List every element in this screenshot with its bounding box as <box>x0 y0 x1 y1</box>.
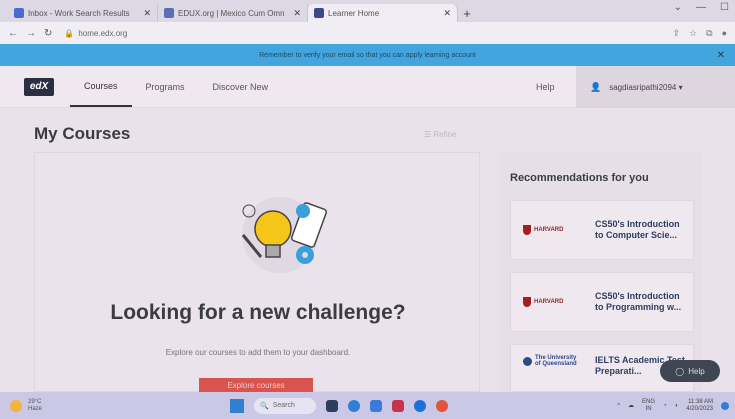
file-explorer-icon[interactable] <box>370 399 382 412</box>
org-name: The University of Queensland <box>535 355 577 367</box>
address-bar: ← → ↻ 🔒 home.edx.org ⇪ ☆ ⧉ ● <box>0 22 735 44</box>
site-icon <box>164 8 174 18</box>
recommendation-card[interactable]: HARVARD CS50's Introduction to Programmi… <box>510 272 694 332</box>
wifi-icon[interactable]: ◔ <box>663 403 667 409</box>
page-title: My Courses <box>34 124 131 143</box>
tab-label: Learner Home <box>328 8 380 18</box>
edx-icon <box>314 8 324 18</box>
help-chat-button[interactable]: ◯ Help <box>660 360 720 382</box>
taskbar-search[interactable]: 🔍 Search <box>254 397 316 414</box>
os-taskbar: 29°C Haze 🔍 Search ^ ☁ ENG IN ◔ ◗ 11:38 … <box>0 392 735 419</box>
user-icon: 👤 <box>590 81 602 92</box>
lang-code: ENG <box>642 398 656 405</box>
chevron-down-icon: ▾ <box>676 82 683 92</box>
recommendation-card[interactable]: HARVARD CS50's Introduction to Computer … <box>510 200 694 260</box>
date-text: 4/20/2023 <box>686 405 713 412</box>
back-icon[interactable]: ← <box>8 28 18 39</box>
close-icon[interactable]: ✕ <box>293 8 301 19</box>
help-link[interactable]: Help <box>536 82 555 92</box>
browser-tab-strip: Inbox - Work Search Results ✕ EDUX.org |… <box>0 0 735 22</box>
store-icon[interactable] <box>392 399 404 412</box>
banner-text: Remember to verify your email so that yo… <box>259 51 476 59</box>
nav-courses[interactable]: Courses <box>70 66 132 107</box>
refine-button[interactable]: ☰ Refine <box>424 130 457 139</box>
site-header: edX Courses Programs Discover New Help 👤… <box>0 66 735 108</box>
help-chat-label: Help <box>688 366 705 376</box>
clock[interactable]: 11:38 AM 4/20/2023 <box>686 399 713 413</box>
windows-start-icon[interactable] <box>230 398 244 413</box>
crest-icon <box>523 356 532 366</box>
notice-banner: Remember to verify your email so that yo… <box>0 44 735 66</box>
main-nav: Courses Programs Discover New <box>70 66 282 107</box>
url-field[interactable]: 🔒 home.edx.org <box>60 25 664 41</box>
taskbar-search-label: Search <box>272 402 295 409</box>
org-name: HARVARD <box>534 299 564 305</box>
empty-courses-card: Looking for a new challenge? Explore our… <box>34 152 480 393</box>
bookmark-icon[interactable]: ☆ <box>689 28 697 39</box>
extensions-icon[interactable]: ⧉ <box>706 28 712 39</box>
taskbar-apps: 🔍 Search <box>230 397 448 414</box>
harvard-logo: HARVARD <box>523 225 581 235</box>
app-icon[interactable] <box>414 399 426 412</box>
harvard-logo: HARVARD <box>523 297 581 307</box>
lightbulb-illustration <box>241 197 328 273</box>
task-view-icon[interactable] <box>326 399 338 412</box>
recommendations-title: Recommendations for you <box>510 172 649 184</box>
chevron-up-icon[interactable]: ^ <box>617 403 620 409</box>
window-controls: ⌄ — ☐ <box>674 2 729 13</box>
weather-temp: 29°C <box>28 398 42 405</box>
refine-label: Refine <box>433 130 457 139</box>
uq-logo: The University of Queensland <box>523 355 581 367</box>
explore-courses-button[interactable]: Explore courses <box>199 378 313 393</box>
share-icon[interactable]: ⇪ <box>673 28 681 39</box>
close-icon[interactable]: ✕ <box>443 8 451 19</box>
dropdown-icon[interactable]: ⌄ <box>674 2 682 13</box>
tab-label: EDUX.org | Mexico Cum Omn <box>178 8 285 18</box>
user-menu[interactable]: 👤 sagdiasripathi2094 ▾ <box>576 66 735 108</box>
recommendations-panel: Recommendations for you HARVARD CS50's I… <box>500 152 703 392</box>
browser-toolbar-icons: ⇪ ☆ ⧉ ● <box>673 28 728 39</box>
edx-logo[interactable]: edX <box>24 77 54 96</box>
browser-tab-active[interactable]: Learner Home ✕ <box>308 4 458 22</box>
empty-state-heading: Looking for a new challenge? <box>110 301 406 324</box>
language-indicator[interactable]: ENG IN <box>642 399 655 413</box>
weather-desc: Haze <box>28 405 43 412</box>
course-title: CS50's Introduction to Computer Scie... <box>595 219 680 240</box>
reload-icon[interactable]: ↻ <box>44 28 52 39</box>
browser-tab[interactable]: Inbox - Work Search Results ✕ <box>8 4 158 22</box>
minimize-icon[interactable]: — <box>696 2 706 13</box>
maximize-icon[interactable]: ☐ <box>720 2 729 13</box>
shield-icon <box>523 225 531 235</box>
region-code: IN <box>645 405 652 412</box>
edge-icon[interactable] <box>348 399 360 412</box>
system-tray: ^ ☁ ENG IN ◔ ◗ 11:38 AM 4/20/2023 <box>617 399 729 413</box>
cloud-icon[interactable]: ☁ <box>628 402 634 409</box>
username: sagdiasripathi2094 <box>609 82 677 92</box>
forward-icon[interactable]: → <box>26 28 36 39</box>
volume-icon[interactable]: ◗ <box>675 403 679 409</box>
url-text: home.edx.org <box>78 28 128 38</box>
search-icon: 🔍 <box>260 402 269 410</box>
close-icon[interactable]: ✕ <box>143 8 151 19</box>
nav-discover-new[interactable]: Discover New <box>199 66 283 107</box>
chrome-icon[interactable] <box>436 399 448 412</box>
course-title: CS50's Introduction to Programming w... <box>595 291 682 312</box>
time-text: 11:38 AM <box>688 398 713 405</box>
browser-tab[interactable]: EDUX.org | Mexico Cum Omn ✕ <box>158 4 308 22</box>
org-name: HARVARD <box>534 227 564 233</box>
nav-programs[interactable]: Programs <box>132 66 199 107</box>
profile-icon[interactable]: ● <box>722 28 727 39</box>
mail-icon <box>14 8 24 18</box>
shield-icon <box>523 297 531 307</box>
tab-label: Inbox - Work Search Results <box>28 8 130 18</box>
weather-widget[interactable]: 29°C Haze <box>10 399 42 413</box>
sun-icon <box>10 399 22 412</box>
notification-icon[interactable] <box>721 401 729 410</box>
close-icon[interactable]: ✕ <box>717 50 725 61</box>
lock-icon: 🔒 <box>64 28 75 38</box>
new-tab-button[interactable]: + <box>458 4 476 22</box>
chat-icon: ◯ <box>675 366 685 376</box>
empty-state-subtext: Explore our courses to add them to your … <box>165 348 351 357</box>
